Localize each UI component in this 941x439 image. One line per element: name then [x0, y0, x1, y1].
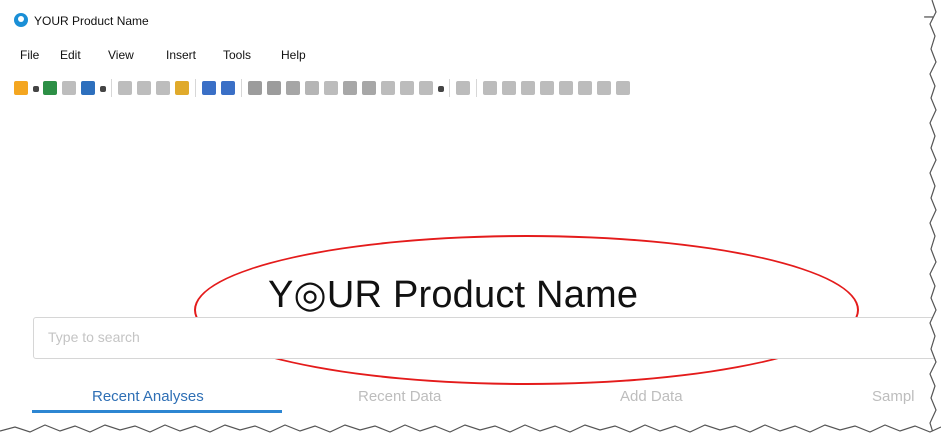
combo-chart-icon[interactable] [616, 81, 630, 95]
toolbar-separator [241, 79, 242, 97]
paste-special-icon[interactable] [175, 81, 189, 95]
save-icon[interactable] [81, 81, 95, 95]
redo-icon[interactable] [221, 81, 235, 95]
table-icon[interactable] [343, 81, 357, 95]
tab-recent-analyses[interactable]: Recent Analyses [92, 388, 204, 405]
tag-icon[interactable] [324, 81, 338, 95]
export-image-icon[interactable] [456, 81, 470, 95]
dropdown-icon[interactable] [438, 86, 444, 92]
toolbar-separator [449, 79, 450, 97]
marker-icon[interactable] [305, 81, 319, 95]
title-bar: YOUR Product Name – [8, 6, 941, 36]
dropdown-icon[interactable] [100, 86, 106, 92]
torn-edge-right [929, 0, 941, 439]
sort-icon[interactable] [286, 81, 300, 95]
export-icon[interactable] [137, 81, 151, 95]
toolbar-separator [111, 79, 112, 97]
list-icon[interactable] [400, 81, 414, 95]
torn-edge-bottom [0, 424, 941, 439]
app-logo-icon [14, 13, 28, 27]
search-input[interactable] [46, 328, 920, 346]
app-window: YOUR Product Name – File Edit View Inser… [8, 6, 941, 426]
menu-tools[interactable]: Tools [223, 48, 251, 62]
menu-file[interactable]: File [20, 48, 39, 62]
bulb-icon[interactable] [483, 81, 497, 95]
tab-samples[interactable]: Sampl [872, 388, 915, 405]
search-box[interactable] [33, 317, 941, 359]
tree-icon[interactable] [521, 81, 535, 95]
menu-edit[interactable]: Edit [60, 48, 81, 62]
page-icon[interactable] [540, 81, 554, 95]
filter-icon[interactable] [267, 81, 281, 95]
paste-icon[interactable] [156, 81, 170, 95]
import-icon[interactable] [43, 81, 57, 95]
dropdown-icon[interactable] [33, 86, 39, 92]
data-panel-icon[interactable] [362, 81, 376, 95]
start-page: Y◎UR Product Name [8, 102, 941, 426]
tab-add-data[interactable]: Add Data [620, 388, 683, 405]
menu-help[interactable]: Help [281, 48, 306, 62]
toolbar [8, 76, 941, 102]
bar-chart-icon[interactable] [559, 81, 573, 95]
menu-view[interactable]: View [108, 48, 134, 62]
column-chart-icon[interactable] [578, 81, 592, 95]
line-chart-icon[interactable] [597, 81, 611, 95]
open-folder-icon[interactable] [14, 81, 28, 95]
reset-icon[interactable] [248, 81, 262, 95]
copy-icon[interactable] [62, 81, 76, 95]
palette-icon[interactable] [419, 81, 433, 95]
window-title: YOUR Product Name [34, 14, 149, 28]
grid-icon[interactable] [381, 81, 395, 95]
product-name-heading: Y◎UR Product Name [268, 274, 639, 316]
undo-icon[interactable] [202, 81, 216, 95]
menu-insert[interactable]: Insert [166, 48, 196, 62]
toolbar-separator [195, 79, 196, 97]
tab-recent-data[interactable]: Recent Data [358, 388, 441, 405]
details-icon[interactable] [502, 81, 516, 95]
toolbar-separator [476, 79, 477, 97]
print-icon[interactable] [118, 81, 132, 95]
menu-bar: File Edit View Insert Tools Help [8, 46, 941, 66]
